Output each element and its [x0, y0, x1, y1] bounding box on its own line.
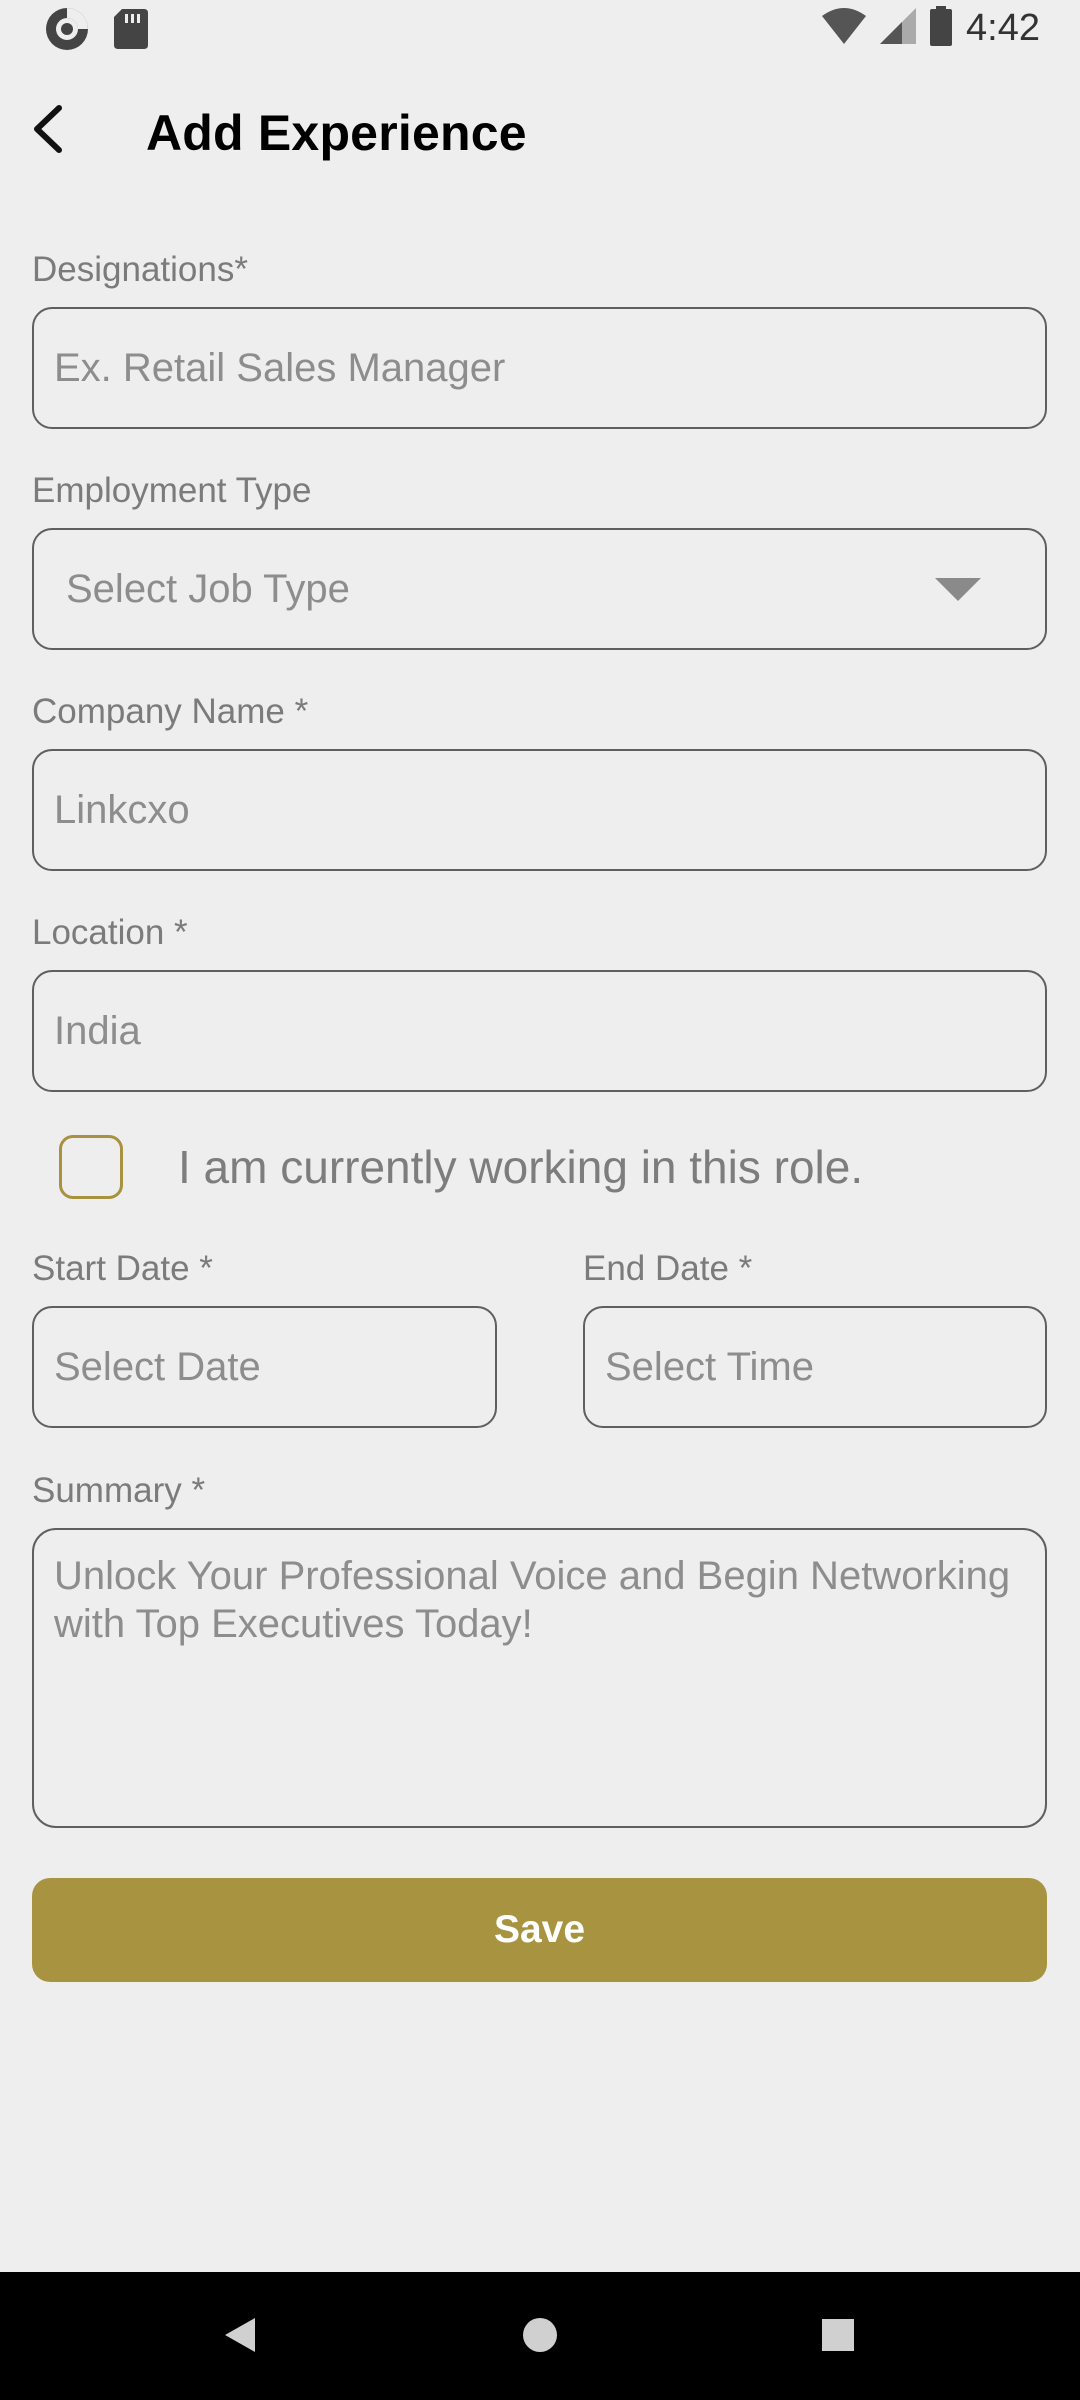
battery-icon — [930, 6, 953, 51]
nav-home-button[interactable] — [505, 2302, 575, 2372]
app-logo-icon — [44, 6, 90, 57]
summary-input[interactable] — [54, 1552, 1025, 1806]
save-button[interactable]: Save — [32, 1878, 1047, 1982]
end-date-input[interactable] — [605, 1308, 1025, 1426]
nav-recents-button[interactable] — [803, 2302, 873, 2372]
designation-field[interactable] — [32, 307, 1047, 429]
app-bar: Add Experience — [0, 64, 1080, 204]
nav-home-icon — [522, 2317, 558, 2358]
location-input[interactable] — [54, 972, 1025, 1090]
signal-icon — [880, 8, 917, 49]
status-bar: 4:42 — [0, 0, 1080, 64]
nav-back-button[interactable] — [205, 2302, 275, 2372]
currently-working-label: I am currently working in this role. — [178, 1141, 864, 1193]
nav-recents-icon — [821, 2318, 855, 2357]
status-time: 4:42 — [966, 7, 1040, 49]
back-arrow-icon — [31, 104, 65, 159]
summary-label: Summary * — [32, 1471, 206, 1510]
location-field[interactable] — [32, 970, 1047, 1092]
end-date-field[interactable] — [583, 1306, 1047, 1428]
status-left-icons — [44, 6, 148, 57]
system-nav-bar — [0, 2272, 1080, 2400]
wifi-icon — [822, 8, 867, 49]
summary-field[interactable] — [32, 1528, 1047, 1828]
company-name-field[interactable] — [32, 749, 1047, 871]
company-name-input[interactable] — [54, 751, 1025, 869]
page-title: Add Experience — [146, 105, 527, 161]
location-label: Location * — [32, 913, 188, 952]
start-date-field[interactable] — [32, 1306, 497, 1428]
currently-working-checkbox[interactable] — [59, 1135, 123, 1199]
nav-back-icon — [223, 2316, 257, 2359]
designation-label: Designations* — [32, 250, 248, 289]
start-date-input[interactable] — [54, 1308, 475, 1426]
dropdown-arrow-icon — [935, 578, 981, 601]
designation-input[interactable] — [54, 309, 1025, 427]
start-date-label: Start Date * — [32, 1249, 213, 1288]
employment-type-label: Employment Type — [32, 471, 312, 510]
company-name-label: Company Name * — [32, 692, 309, 731]
employment-type-dropdown[interactable]: Select Job Type — [32, 528, 1047, 650]
status-right-icons: 4:42 — [822, 6, 1040, 51]
employment-type-value: Select Job Type — [66, 566, 350, 611]
end-date-label: End Date * — [583, 1249, 753, 1288]
back-button[interactable] — [18, 94, 78, 168]
sd-card-icon — [114, 9, 148, 54]
